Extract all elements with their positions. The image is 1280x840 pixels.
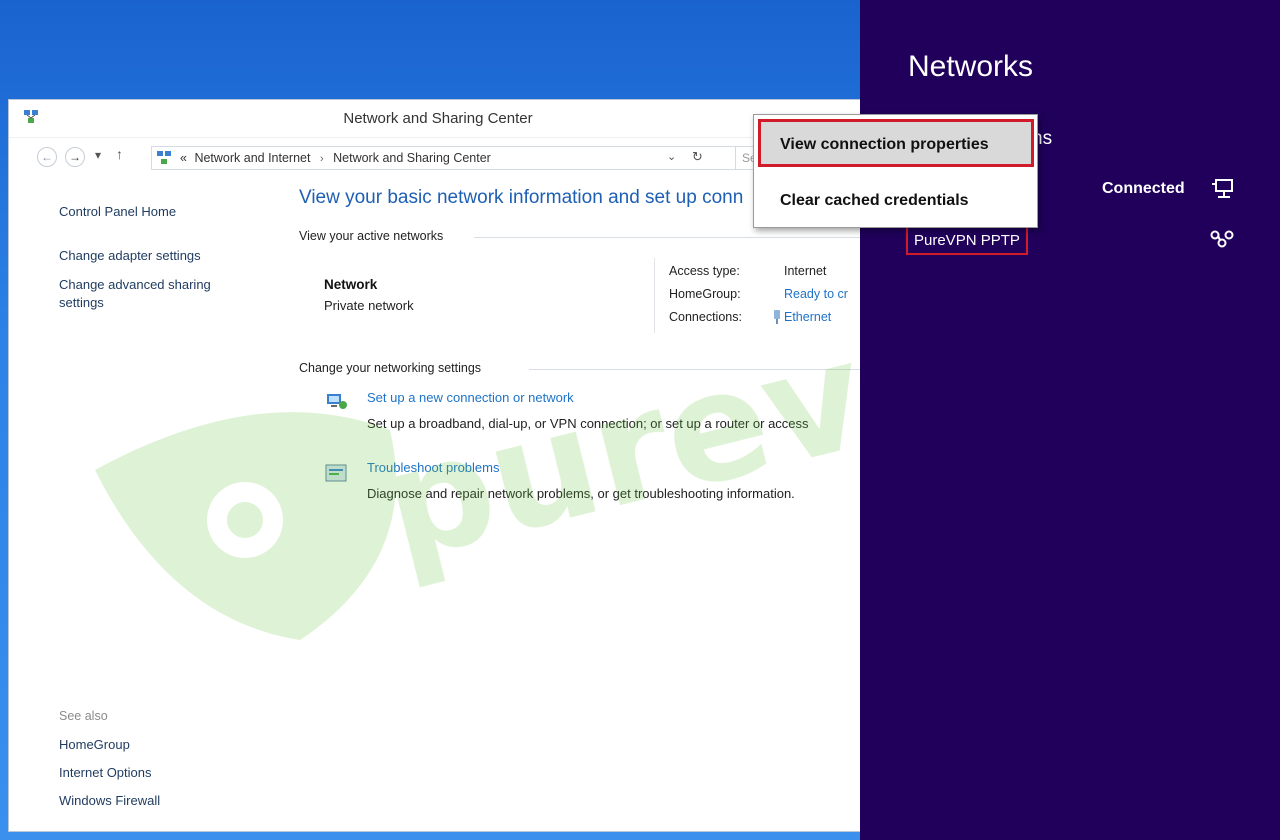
active-networks-label: View your active networks [299, 229, 444, 243]
wired-network-icon[interactable] [1210, 176, 1236, 202]
connections-label: Connections: [669, 310, 742, 324]
homegroup-link[interactable]: HomeGroup [59, 737, 130, 752]
homegroup-value-link[interactable]: Ready to cr [784, 287, 848, 301]
networks-title: Networks [908, 50, 1034, 83]
ethernet-icon [774, 310, 780, 324]
change-settings-label: Change your networking settings [299, 361, 482, 375]
view-connection-properties-menu-item[interactable]: View connection properties [758, 119, 1034, 167]
homegroup-label: HomeGroup: [669, 287, 741, 301]
access-type-value: Internet [784, 264, 827, 278]
forward-arrow-icon[interactable]: → [65, 147, 85, 167]
see-also-label: See also [59, 709, 108, 723]
network-sharing-center-window: Network and Sharing Center ← → ▾ ↑ « Net… [8, 99, 868, 832]
setup-connection-link[interactable]: Set up a new connection or network [367, 390, 574, 405]
breadcrumb-separator[interactable]: › [320, 153, 324, 165]
details-divider [654, 258, 655, 333]
clear-cached-credentials-menu-item[interactable]: Clear cached credentials [758, 175, 1034, 223]
address-dropdown-icon[interactable]: ⌄ [667, 150, 676, 163]
setup-connection-desc: Set up a broadband, dial-up, or VPN conn… [367, 416, 809, 431]
network-name: Network [324, 277, 378, 292]
address-bar[interactable]: « Network and Internet › Network and Sha… [151, 146, 755, 170]
troubleshoot-link[interactable]: Troubleshoot problems [367, 460, 499, 475]
control-panel-home-link[interactable]: Control Panel Home [59, 204, 176, 219]
up-arrow-icon[interactable]: ↑ [116, 146, 123, 162]
change-advanced-sharing-link[interactable]: Change advanced sharing [59, 277, 211, 292]
internet-options-link[interactable]: Internet Options [59, 765, 152, 780]
network-location-icon [157, 151, 171, 164]
breadcrumb-network-sharing-center[interactable]: Network and Sharing Center [333, 151, 491, 165]
left-pane: Control Panel Home Change adapter settin… [9, 178, 279, 831]
vpn-context-menu: View connection properties Clear cached … [753, 114, 1038, 228]
windows-firewall-link[interactable]: Windows Firewall [59, 793, 160, 808]
page-heading: View your basic network information and … [299, 187, 744, 208]
troubleshoot-icon [325, 464, 347, 482]
section-divider [474, 237, 867, 238]
network-type: Private network [324, 298, 414, 313]
breadcrumb-network-internet[interactable]: Network and Internet [194, 151, 310, 165]
ethernet-connection-link[interactable]: Ethernet [784, 310, 831, 324]
purevpn-pptp-connection[interactable]: PureVPN PPTP [906, 226, 1028, 255]
change-adapter-settings-link[interactable]: Change adapter settings [59, 248, 201, 263]
vpn-link-icon [1210, 230, 1234, 248]
change-advanced-sharing-link-line2[interactable]: settings [59, 295, 104, 310]
breadcrumb: « Network and Internet › Network and Sha… [180, 151, 491, 165]
troubleshoot-desc: Diagnose and repair network problems, or… [367, 486, 795, 501]
section-divider-2 [529, 369, 867, 370]
window-title: Network and Sharing Center [343, 110, 533, 127]
navigation-bar: ← → ▾ ↑ « Network and Internet › Network… [9, 138, 867, 178]
back-arrow-icon[interactable]: ← [37, 147, 57, 167]
access-type-label: Access type: [669, 264, 740, 278]
connection-status: Connected [1102, 180, 1185, 197]
recent-locations-dropdown[interactable]: ▾ [95, 148, 101, 162]
network-setup-icon [327, 394, 347, 409]
title-bar: Network and Sharing Center [9, 100, 867, 138]
breadcrumb-overflow[interactable]: « [180, 151, 187, 165]
main-content: View your basic network information and … [299, 178, 867, 831]
refresh-icon[interactable]: ↻ [692, 149, 703, 165]
